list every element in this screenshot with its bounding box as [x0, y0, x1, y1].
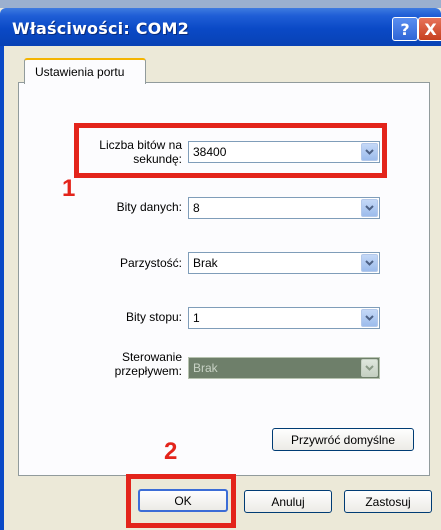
tab-label: Ustawienia portu	[35, 65, 125, 79]
window-title: Właściwości: COM2	[12, 19, 189, 38]
data-bits-combo[interactable]: 8	[188, 197, 380, 219]
window-border	[0, 46, 4, 530]
title-bar[interactable]: Właściwości: COM2 ? X	[0, 8, 441, 46]
data-bits-label: Bity danych:	[116, 200, 182, 214]
chevron-down-icon[interactable]	[361, 199, 378, 217]
cancel-button[interactable]: Anuluj	[244, 490, 332, 513]
parity-label: Parzystość:	[119, 256, 182, 270]
chevron-down-icon[interactable]	[361, 254, 378, 272]
close-icon: X	[424, 19, 437, 39]
tab-port-settings[interactable]: Ustawienia portu	[24, 58, 146, 84]
parity-combo[interactable]: Brak	[188, 252, 380, 274]
close-button[interactable]: X	[418, 17, 441, 41]
chevron-down-icon[interactable]	[361, 309, 378, 327]
stop-bits-label: Bity stopu:	[125, 310, 182, 324]
stop-bits-value: 1	[193, 311, 200, 325]
help-icon: ?	[400, 19, 410, 39]
apply-button[interactable]: Zastosuj	[344, 490, 432, 513]
parity-value: Brak	[193, 256, 218, 270]
highlight-box-1	[74, 123, 387, 178]
highlight-box-2	[126, 474, 236, 528]
flow-control-combo: Brak	[188, 357, 380, 379]
annotation-number-1: 1	[62, 175, 76, 202]
annotation-number-2: 2	[164, 438, 178, 465]
flow-control-value: Brak	[193, 361, 218, 375]
stop-bits-combo[interactable]: 1	[188, 307, 380, 329]
help-button[interactable]: ?	[392, 17, 418, 41]
data-bits-value: 8	[193, 201, 200, 215]
restore-defaults-button[interactable]: Przywróć domyślne	[272, 428, 414, 451]
chevron-down-icon	[361, 359, 378, 377]
flow-control-label: Sterowanie przepływem:	[114, 350, 182, 378]
background-window-strip	[0, 0, 441, 8]
